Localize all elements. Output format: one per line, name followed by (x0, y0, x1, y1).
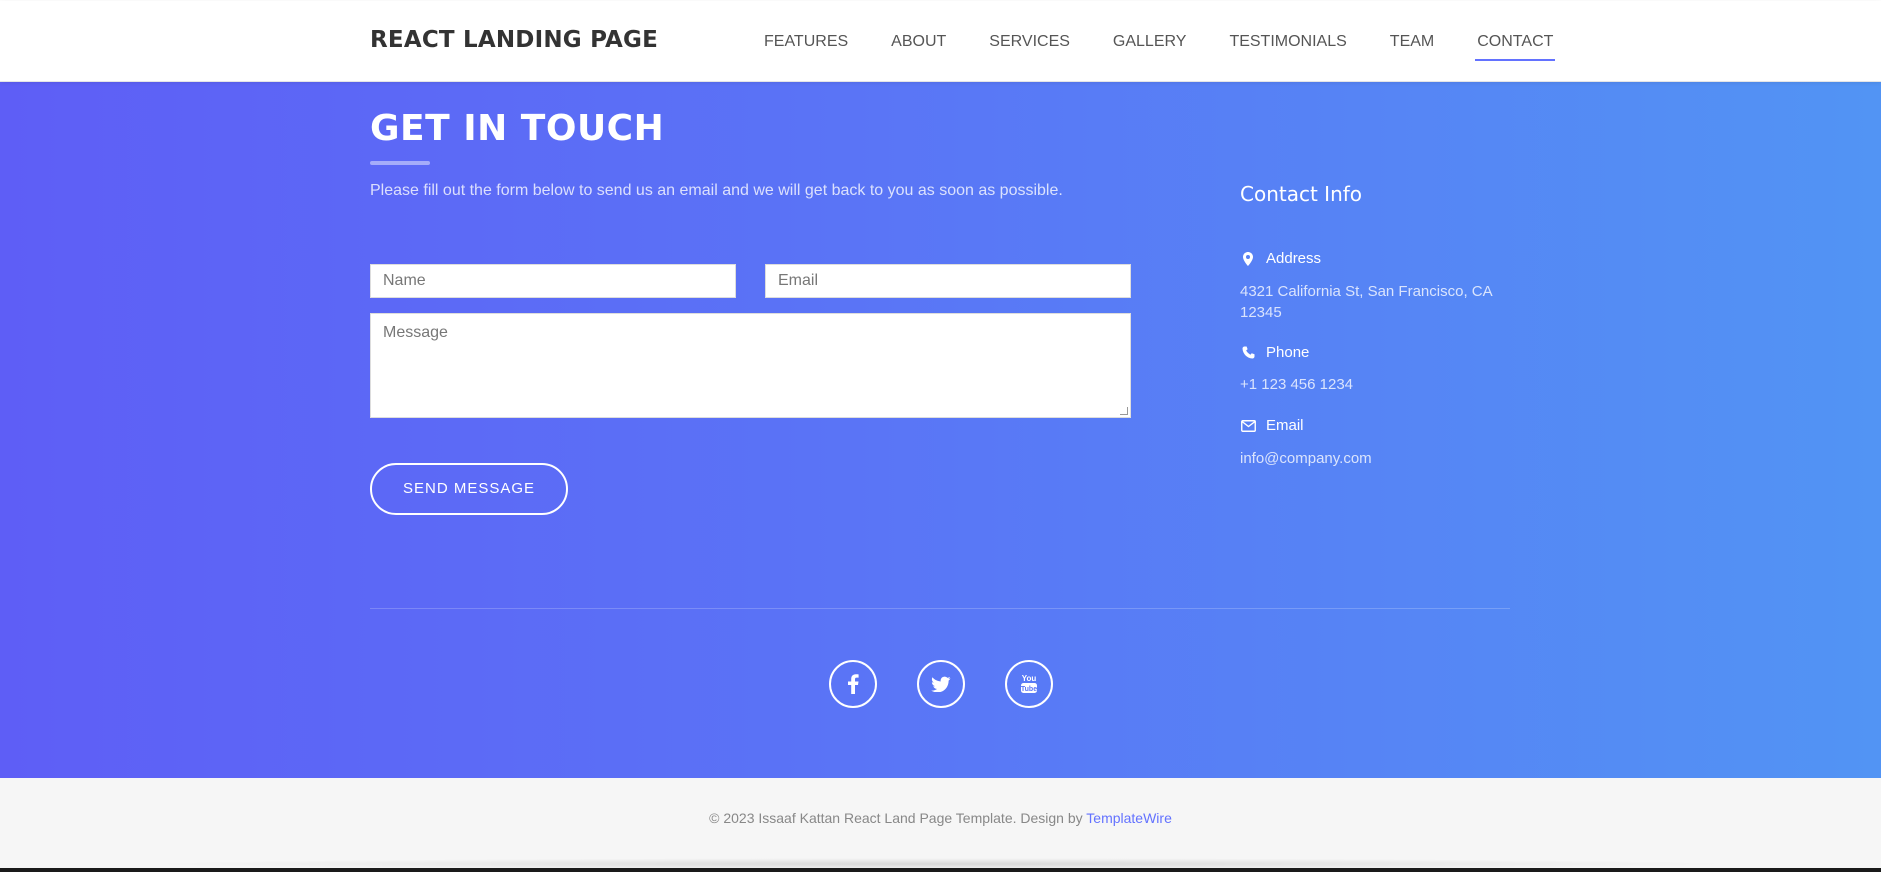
templatewire-link[interactable]: TemplateWire (1086, 810, 1172, 826)
address-label-row: Address (1240, 250, 1321, 267)
brand-logo[interactable]: REACT LANDING PAGE (370, 27, 658, 53)
title-underline (370, 161, 430, 165)
contact-info-title: Contact Info (1240, 182, 1363, 206)
landing-page: REACT LANDING PAGE FEATURES ABOUT SERVIC… (0, 0, 1881, 868)
email-input[interactable]: Email (765, 264, 1131, 298)
top-navbar: REACT LANDING PAGE FEATURES ABOUT SERVIC… (0, 1, 1881, 82)
nav-link-team[interactable]: TEAM (1390, 33, 1434, 51)
address-value: 4321 California St, San Francisco, CA 12… (1240, 283, 1492, 321)
send-message-button[interactable]: SEND MESSAGE (370, 463, 568, 515)
nav-link-about[interactable]: ABOUT (891, 33, 946, 51)
svg-text:You: You (1022, 674, 1037, 683)
phone-label: Phone (1266, 344, 1310, 361)
youtube-icon[interactable]: You Tube (1005, 660, 1053, 708)
nav-link-services[interactable]: SERVICES (989, 33, 1070, 51)
footer-text: © 2023 Issaaf Kattan React Land Page Tem… (0, 810, 1881, 826)
copyright-text: © 2023 Issaaf Kattan React Land Page Tem… (709, 810, 1083, 826)
twitter-icon[interactable] (917, 660, 965, 708)
nav-link-features[interactable]: FEATURES (764, 33, 848, 51)
nav-link-testimonials[interactable]: TESTIMONIALS (1229, 33, 1346, 51)
footer-shadow (140, 858, 1741, 868)
phone-value: +1 123 456 1234 (1240, 376, 1354, 393)
address-label: Address (1266, 250, 1322, 267)
section-title: GET IN TOUCH (370, 108, 665, 149)
nav-link-contact[interactable]: CONTACT (1475, 33, 1556, 61)
phone-icon (1240, 345, 1256, 361)
email-label-row: Email (1240, 417, 1304, 434)
name-input[interactable]: Name (370, 264, 736, 298)
envelope-icon (1240, 418, 1256, 434)
message-placeholder: Message (383, 324, 448, 341)
nav-links: FEATURES ABOUT SERVICES GALLERY TESTIMON… (764, 33, 1556, 61)
section-description: Please fill out the form below to send u… (370, 182, 1063, 199)
map-marker-icon (1240, 251, 1256, 267)
contact-section: GET IN TOUCH Please fill out the form be… (0, 82, 1881, 778)
email-value: info@company.com (1240, 450, 1372, 467)
resize-handle[interactable] (1120, 407, 1128, 415)
section-divider (370, 608, 1510, 609)
nav-link-gallery[interactable]: GALLERY (1113, 33, 1187, 51)
phone-label-row: Phone (1240, 344, 1309, 361)
facebook-icon[interactable] (829, 660, 877, 708)
email-label: Email (1266, 417, 1304, 434)
message-textarea[interactable]: Message (370, 313, 1131, 418)
page-footer: © 2023 Issaaf Kattan React Land Page Tem… (0, 778, 1881, 868)
svg-text:Tube: Tube (1021, 686, 1037, 693)
